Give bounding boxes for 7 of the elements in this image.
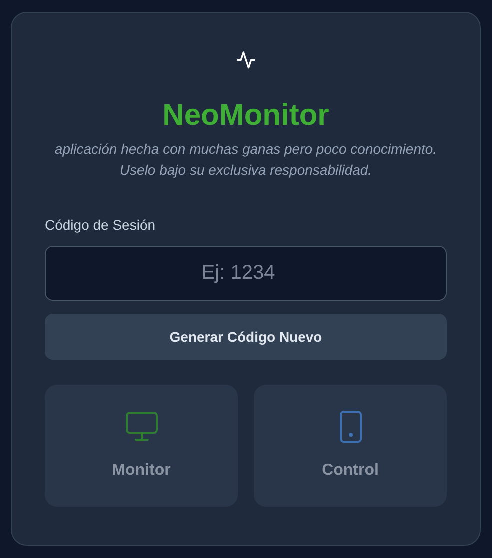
phone-icon: [338, 411, 362, 443]
app-subtitle: aplicación hecha con muchas ganas pero poco conocimiento. Uselo bajo su exclusiva responsabilidad.: [54, 140, 438, 180]
session-code-field[interactable]: Ej: 1234: [45, 246, 447, 301]
generate-code-button[interactable]: Generar Código Nuevo: [45, 314, 447, 360]
app-title: NeoMonitor: [162, 98, 330, 134]
monitor-icon: [126, 412, 158, 442]
field-label: Código de Sesión: [45, 216, 156, 235]
